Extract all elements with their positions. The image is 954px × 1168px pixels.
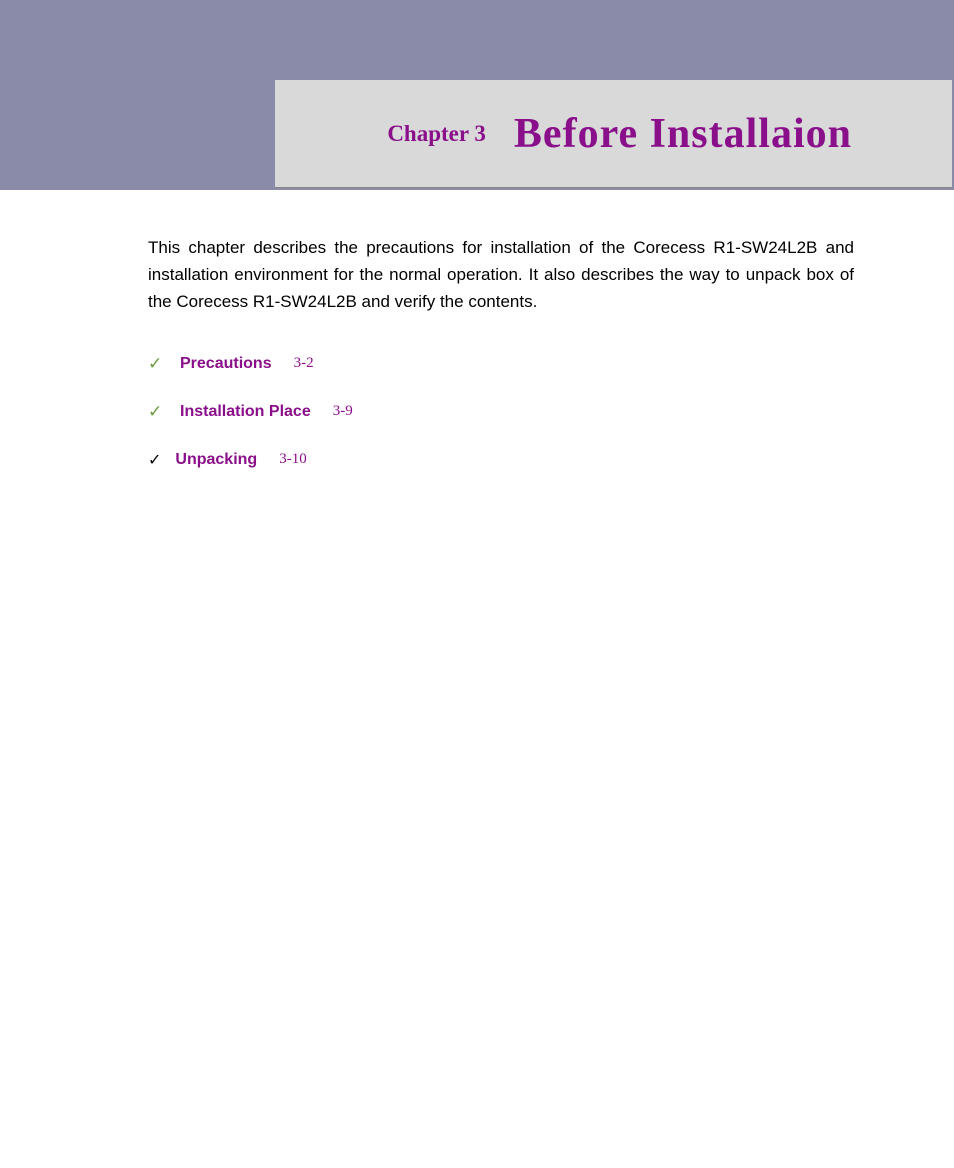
toc-page: 3-2 (294, 355, 314, 372)
check-icon: ✓ (148, 402, 166, 422)
toc-label: Unpacking (175, 451, 257, 469)
chapter-label: Chapter 3 (387, 121, 486, 147)
content-area: This chapter describes the precautions f… (0, 190, 954, 470)
intro-paragraph: This chapter describes the precautions f… (148, 234, 854, 316)
toc-item: ✓ Installation Place 3-9 (148, 402, 854, 422)
check-icon: ✓ (148, 450, 161, 470)
toc-page: 3-10 (279, 451, 307, 468)
check-icon: ✓ (148, 354, 166, 374)
chapter-title: Before Installaion (514, 110, 852, 158)
toc-label: Installation Place (180, 403, 311, 421)
header-banner: Chapter 3 Before Installaion (0, 0, 954, 190)
toc-item: ✓ Precautions 3-2 (148, 354, 854, 374)
chapter-title-box: Chapter 3 Before Installaion (275, 80, 952, 188)
toc-page: 3-9 (333, 403, 353, 420)
toc-item: ✓ Unpacking 3-10 (148, 450, 854, 470)
toc-label: Precautions (180, 355, 272, 373)
toc-list: ✓ Precautions 3-2 ✓ Installation Place 3… (148, 354, 854, 470)
